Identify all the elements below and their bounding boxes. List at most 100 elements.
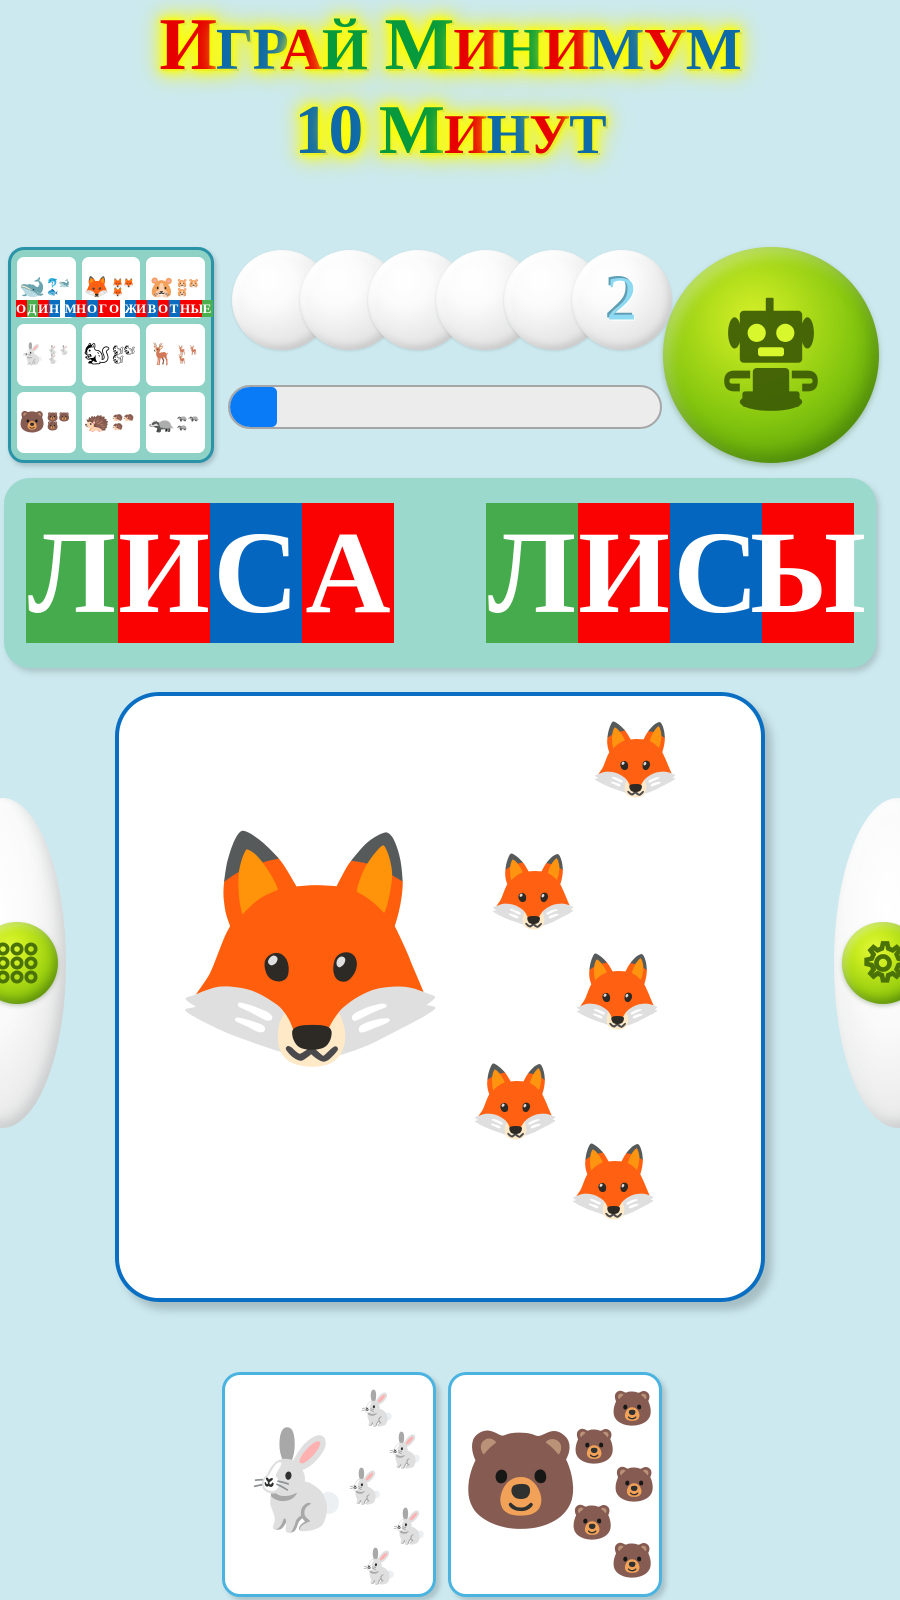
title-letter: 0 (328, 92, 363, 169)
fox-card[interactable]: 🦊 🦊🦊🦊 (81, 257, 141, 319)
settings-button[interactable] (842, 922, 900, 1004)
answer-card-row: 🐇 🐇 🐇 🐇 🐇 🐇 🐻 🐻 🐻 🐻 🐻 🐻 (222, 1372, 662, 1600)
page-title: ИГРАЙ МИНИМУМ 10 МИНУТ (0, 8, 900, 166)
rabbit-card[interactable]: 🐇 🐇🐇🐇 (17, 324, 76, 386)
thumbnail-small-animals: 🦔🦔🦔 (112, 412, 135, 432)
title-letter: 1 (294, 92, 329, 169)
squirrel-card[interactable]: 🐿 🐿🐿🐿 (81, 324, 141, 386)
title-letter: У (529, 104, 570, 166)
badger-card[interactable]: 🦡 🦡🦡🦡 (146, 391, 205, 453)
grid-menu-icon (0, 942, 38, 984)
app-root: ИГРАЙ МИНИМУМ 10 МИНУТ 🐋 🐬🐋🐟 🦊 🦊🦊🦊 🐹 🐹🐹🐹 🐇 🐇🐇🐇 🐿… (0, 0, 900, 1600)
answer-small-animal-group: 🐇 🐇 🐇 🐇 🐇 (341, 1393, 433, 1588)
title-line-2: 10 МИНУТ (0, 96, 900, 166)
title-letter: Й (321, 16, 368, 82)
title-letter: Г (215, 16, 254, 82)
thumbnail-small-animals: 🐿🐿🐿 (112, 344, 136, 364)
letter-tile[interactable]: И (118, 503, 210, 643)
main-question-card[interactable]: 🦊 🦊 🦊 🦊 🦊 🦊 (115, 692, 765, 1302)
bear-answer[interactable]: 🐻 🐻 🐻 🐻 🐻 🐻 (448, 1372, 662, 1597)
left-side-panel (0, 798, 66, 1128)
letter-tile[interactable]: И (578, 503, 670, 643)
title-letter: М (588, 16, 644, 82)
thumbnail-big-animal: 🦔 (83, 409, 111, 434)
title-letter: М (685, 16, 742, 82)
rabbit-answer[interactable]: 🐇 🐇 🐇 🐇 🐇 🐇 (222, 1372, 436, 1597)
small-animal-image: 🦊 (571, 952, 664, 1034)
title-letter: М (384, 4, 454, 86)
thumbnail-big-animal: 🐇 (19, 342, 46, 367)
big-animal-image: 🦊 (167, 823, 454, 1078)
letter-tile[interactable]: А (302, 503, 394, 643)
small-animal-image: 🦊 (469, 1062, 562, 1144)
answer-big-animal: 🐻 (461, 1427, 581, 1534)
thumbnail-big-animal: 🐹 (148, 275, 175, 300)
thumbnail-big-animal: 🦡 (148, 409, 175, 434)
answer-small-animal: 🐻 (573, 1429, 616, 1466)
pearl-count-value: 2 (606, 265, 638, 334)
title-letter: И (159, 4, 217, 86)
title-letter: Н (498, 16, 544, 82)
thumbnail-big-animal: 🐻 (19, 409, 46, 434)
thumbnail-small-animals: 🦡🦡🦡 (176, 412, 200, 432)
title-letter: Р (252, 16, 282, 82)
answer-small-animal: 🐻 (571, 1505, 614, 1542)
gear-icon (864, 941, 900, 983)
deer-card[interactable]: 🦌 🦌🦌🦌 (146, 324, 205, 386)
lesson-thumbnail-panel[interactable]: 🐋 🐬🐋🐟 🦊 🦊🦊🦊 🐹 🐹🐹🐹 🐇 🐇🐇🐇 🐿 🐿🐿🐿 🦌 🦌🦌🦌 🐻 🐻🐻🐻 🦔 🦔🦔🦔 🦡 🦡🦡🦡 ОДИ… (8, 247, 214, 463)
thumbnail-big-animal: 🦊 (83, 275, 111, 300)
thumbnail-small-animals: 🐹🐹🐹 (176, 277, 200, 297)
bear-card[interactable]: 🐻 🐻🐻🐻 (17, 391, 76, 453)
pearl-progress-counter: 2 (232, 250, 672, 350)
letter-tile[interactable]: С (210, 503, 302, 643)
letter-tile[interactable]: Л (26, 503, 118, 643)
title-letter: А (280, 16, 323, 82)
thumbnail-small-animals: 🦌🦌🦌 (176, 344, 200, 364)
title-letter: И (443, 104, 488, 166)
thumbnail-grid: 🐋 🐬🐋🐟 🦊 🦊🦊🦊 🐹 🐹🐹🐹 🐇 🐇🐇🐇 🐿 🐿🐿🐿 🦌 🦌🦌🦌 🐻 🐻🐻🐻 🦔 🦔🦔🦔 🦡 🦡🦡🦡 (17, 257, 205, 453)
answer-small-animal: 🐇 (355, 1391, 398, 1428)
progress-bar-fill (230, 387, 278, 427)
title-letter: М (378, 92, 445, 169)
grid-menu-button[interactable] (0, 922, 58, 1004)
answer-small-animal: 🐇 (383, 1433, 426, 1470)
hamster-card[interactable]: 🐹 🐹🐹🐹 (146, 257, 205, 319)
robot-assistant-button[interactable] (663, 247, 879, 463)
right-side-panel (834, 798, 900, 1128)
thumbnail-big-animal: 🐋 (19, 275, 46, 300)
answer-small-animal-group: 🐻 🐻 🐻 🐻 🐻 (567, 1393, 659, 1588)
answer-small-animal: 🐻 (611, 1391, 654, 1428)
hedgehog-card[interactable]: 🦔 🦔🦔🦔 (81, 391, 141, 453)
title-letter: И (543, 16, 589, 82)
letter-tile[interactable]: Л (486, 503, 578, 643)
answer-big-animal: 🐇 (235, 1427, 355, 1534)
orca-whale-card[interactable]: 🐋 🐬🐋🐟 (17, 257, 76, 319)
thumbnail-big-animal: 🐿 (83, 342, 111, 367)
answer-small-animal: 🐇 (387, 1509, 430, 1546)
answer-small-animal: 🐇 (357, 1549, 400, 1586)
robot-icon (724, 297, 818, 411)
word-tile-singular[interactable]: ЛИСА (26, 503, 394, 643)
letter-tile[interactable]: Ы (750, 503, 866, 643)
small-animal-image: 🦊 (487, 852, 580, 934)
answer-small-animal: 🐻 (611, 1543, 654, 1580)
title-letter: Т (569, 104, 606, 166)
answer-small-animal: 🐻 (613, 1467, 656, 1504)
thumbnail-small-animals: 🐻🐻🐻 (47, 412, 70, 432)
thumbnail-small-animals: 🦊🦊🦊 (112, 277, 135, 297)
title-line-1: ИГРАЙ МИНИМУМ (0, 8, 900, 82)
small-animal-image: 🦊 (567, 1142, 660, 1224)
thumbnail-big-animal: 🦌 (148, 342, 175, 367)
title-letter: Н (486, 104, 531, 166)
thumbnail-small-animals: 🐬🐋🐟 (47, 277, 70, 297)
word-comparison-bar: ЛИСА ЛИСЫ (4, 478, 876, 668)
letter-tile[interactable]: С (670, 503, 762, 643)
small-animal-image: 🦊 (589, 720, 682, 802)
progress-bar[interactable] (228, 385, 662, 429)
thumbnail-small-animals: 🐇🐇🐇 (47, 344, 70, 364)
answer-small-animal: 🐇 (343, 1469, 386, 1506)
title-letter: У (643, 16, 686, 82)
pearl-token: 2 (572, 250, 672, 350)
title-letter: И (453, 16, 499, 82)
word-tile-plural[interactable]: ЛИСЫ (486, 503, 866, 643)
